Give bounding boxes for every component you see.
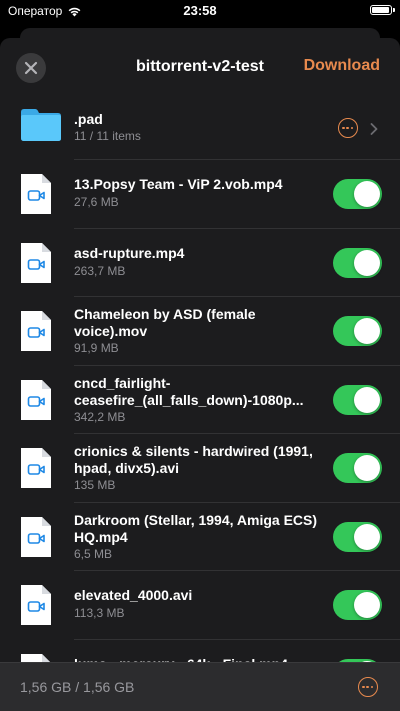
video-file-icon xyxy=(20,173,52,220)
file-download-toggle[interactable] xyxy=(333,590,382,620)
navigation-bar: bittorrent-v2-test Download xyxy=(0,38,400,96)
file-download-toggle[interactable] xyxy=(333,247,382,278)
video-file-icon xyxy=(20,379,52,426)
file-download-toggle[interactable] xyxy=(333,521,382,552)
folder-more-icon[interactable] xyxy=(338,118,358,138)
toggle-knob xyxy=(354,523,380,550)
file-row[interactable]: elevated_4000.avi 113,3 MB xyxy=(0,571,400,640)
folder-item-count: 11 / 11 items xyxy=(74,129,141,143)
folder-name: .pad xyxy=(74,111,103,127)
battery-icon xyxy=(370,5,395,15)
toggle-knob xyxy=(354,181,380,207)
file-size: 27,6 MB xyxy=(74,195,119,209)
file-size: 6,5 MB xyxy=(74,546,113,561)
video-file-icon xyxy=(20,310,52,357)
file-name: cncd_fairlight-ceasefire_(all_falls_down… xyxy=(74,374,304,408)
file-size: 135 MB xyxy=(74,478,116,492)
status-bar: Оператор 23:58 xyxy=(0,0,400,22)
folder-row[interactable]: .pad 11 / 11 items xyxy=(0,96,400,160)
file-name: Chameleon by ASD (female voice).mov xyxy=(74,306,256,339)
file-download-toggle[interactable] xyxy=(333,316,382,346)
file-row[interactable]: Darkroom (Stellar, 1994, Amiga ECS) HQ.m… xyxy=(0,503,400,571)
file-name: asd-rupture.mp4 xyxy=(74,244,185,261)
file-row[interactable]: 13.Popsy Team - ViP 2.vob.mp4 27,6 MB xyxy=(0,160,400,229)
clock: 23:58 xyxy=(183,3,217,18)
download-sheet: bittorrent-v2-test Download .pad 11 / 11… xyxy=(0,38,400,711)
file-row[interactable]: Chameleon by ASD (female voice).mov 91,9 … xyxy=(0,297,400,366)
file-size: 342,2 MB xyxy=(74,409,126,424)
bottom-toolbar: 1,56 GB / 1,56 GB xyxy=(0,662,400,711)
file-download-toggle[interactable] xyxy=(333,384,382,415)
file-row[interactable]: cncd_fairlight-ceasefire_(all_falls_down… xyxy=(0,366,400,434)
file-name: crionics & silents - hardwired (1991, hp… xyxy=(74,443,313,476)
file-download-toggle[interactable] xyxy=(333,453,382,483)
toggle-knob xyxy=(354,318,380,344)
file-list: .pad 11 / 11 items 13.Popsy Team - ViP 2… xyxy=(0,96,400,708)
chevron-right-icon xyxy=(370,123,378,135)
toggle-knob xyxy=(354,249,380,276)
file-size: 263,7 MB xyxy=(74,263,126,278)
file-size: 91,9 MB xyxy=(74,341,119,355)
file-row[interactable]: asd-rupture.mp4 263,7 MB xyxy=(0,229,400,297)
video-file-icon xyxy=(20,516,52,563)
file-name: Darkroom (Stellar, 1994, Amiga ECS) HQ.m… xyxy=(74,511,318,545)
folder-icon xyxy=(20,108,62,147)
toggle-knob xyxy=(354,386,380,413)
more-options-icon[interactable] xyxy=(358,677,378,697)
file-download-toggle[interactable] xyxy=(333,179,382,209)
video-file-icon xyxy=(20,242,52,289)
download-button[interactable]: Download xyxy=(304,57,380,75)
toggle-knob xyxy=(354,592,380,618)
file-size: 113,3 MB xyxy=(74,606,125,620)
file-row[interactable]: crionics & silents - hardwired (1991, hp… xyxy=(0,434,400,503)
video-file-icon xyxy=(20,584,52,631)
total-size-label: 1,56 GB / 1,56 GB xyxy=(20,679,135,695)
file-name: elevated_4000.avi xyxy=(74,587,193,603)
file-name: 13.Popsy Team - ViP 2.vob.mp4 xyxy=(74,176,283,192)
video-file-icon xyxy=(20,447,52,494)
toggle-knob xyxy=(354,455,380,481)
